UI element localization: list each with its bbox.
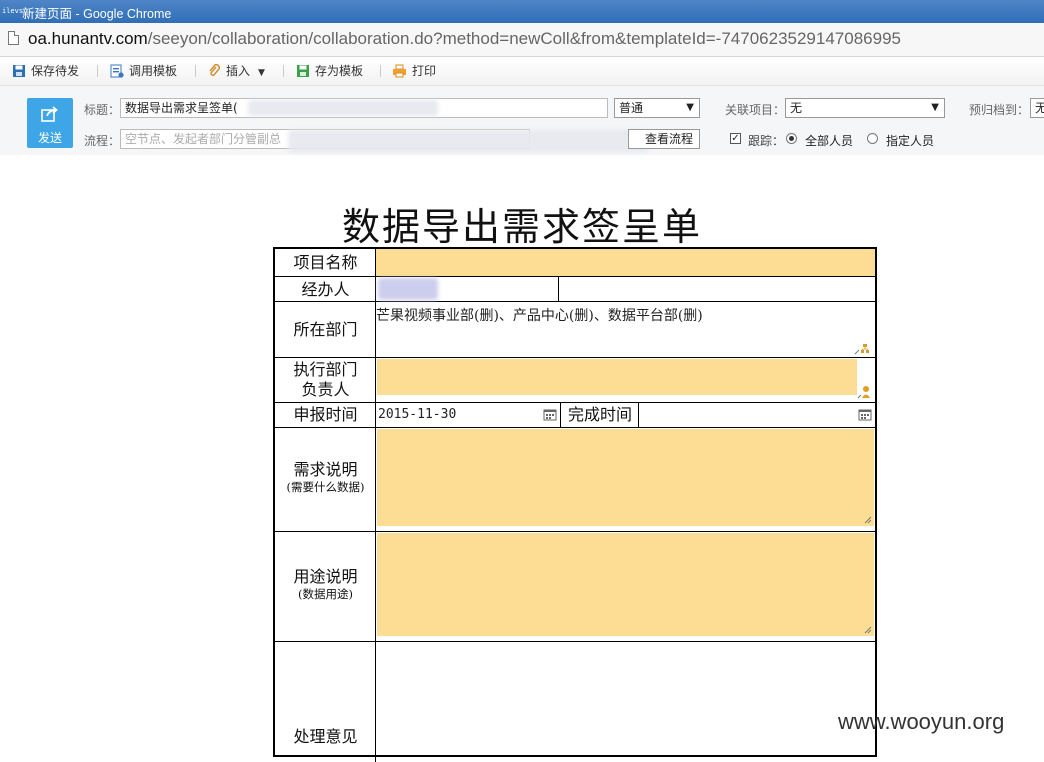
dropdown-arrow-icon: ▼ — [686, 102, 694, 113]
floppy-icon — [13, 65, 25, 77]
flow-label: 流程： — [84, 134, 121, 148]
compose-header: 发送 标题： 数据导出需求呈签单( 普通 ▼ 关联项目： 无 ▼ 预归档到： 无 流… — [0, 86, 1044, 155]
page-icon — [8, 31, 19, 45]
insert-menu-button[interactable]: 插入 ▼ — [207, 62, 265, 80]
project-name-input[interactable] — [376, 249, 875, 277]
report-time-value: 2015-11-30 — [378, 407, 457, 422]
save-draft-button[interactable]: 保存待发 — [12, 62, 79, 80]
department-value: 芒果视频事业部(删)、产品中心(删)、数据平台部(删) — [376, 308, 703, 324]
url-path: /seeyon/collaboration/collaboration.do?m… — [147, 29, 901, 48]
view-flow-label: 查看流程 — [645, 132, 694, 146]
related-project-select[interactable]: 无 ▼ — [785, 98, 945, 118]
resize-handle-icon[interactable] — [864, 626, 872, 634]
calendar-icon[interactable] — [858, 408, 872, 421]
specified-people-label: 指定人员 — [886, 134, 935, 148]
redacted-region — [248, 100, 438, 116]
calendar-icon[interactable] — [543, 408, 557, 421]
related-project-label: 关联项目： — [725, 103, 786, 117]
address-bar[interactable]: oa.hunantv.com/seeyon/collaboration/coll… — [0, 23, 1044, 57]
department-label: 所在部门 — [293, 320, 358, 339]
view-flow-button[interactable]: 查看流程 — [628, 129, 700, 149]
usage-label-sub: (数据用途) — [298, 587, 353, 601]
window-title: 新建页面 - Google Chrome — [22, 7, 172, 21]
department-field[interactable]: 芒果视频事业部(删)、产品中心(删)、数据平台部(删) — [376, 302, 875, 358]
send-label: 发送 — [37, 131, 62, 145]
report-time-input[interactable]: 2015-11-30 — [376, 403, 561, 428]
url-host: oa.hunantv.com — [28, 29, 148, 48]
complete-time-input[interactable] — [639, 403, 875, 428]
usage-label: 用途说明 (数据用途) — [275, 567, 376, 602]
use-template-label: 调用模板 — [129, 64, 178, 78]
related-project-value: 无 — [790, 101, 803, 115]
save-template-label: 存为模板 — [315, 64, 364, 78]
usage-field — [376, 532, 875, 642]
save-template-button[interactable]: 存为模板 — [296, 62, 363, 80]
usage-textarea[interactable] — [377, 533, 874, 636]
requirement-textarea[interactable] — [377, 429, 874, 526]
exec-dept-label-line2: 负责人 — [301, 380, 350, 399]
resize-handle-icon[interactable] — [864, 516, 872, 524]
toolbar: 保存待发 调用模板 插入 ▼ 存为模板 打印 — [0, 57, 1044, 86]
person-select-icon — [857, 386, 870, 399]
priority-value: 普通 — [619, 101, 644, 115]
chrome-favicon: ilevs — [2, 7, 24, 15]
printer-icon — [393, 64, 406, 78]
requirement-label-sub: (需要什么数据) — [286, 480, 365, 494]
archive-select[interactable]: 无 — [1030, 98, 1044, 118]
requirement-label: 需求说明 (需要什么数据) — [275, 460, 376, 495]
use-template-button[interactable]: 调用模板 — [110, 62, 177, 80]
url-text[interactable]: oa.hunantv.com/seeyon/collaboration/coll… — [28, 29, 901, 49]
handler-label: 经办人 — [301, 280, 350, 299]
exec-dept-field — [376, 358, 875, 403]
handler-extra-cell — [559, 277, 875, 302]
requirement-field — [376, 428, 875, 532]
template-icon — [110, 64, 124, 78]
redacted-region — [378, 278, 438, 300]
specified-people-radio[interactable] — [867, 133, 878, 144]
watermark-text: www.wooyun.org — [838, 709, 1005, 734]
opinion-field[interactable] — [376, 642, 875, 762]
toolbar-divider — [97, 65, 98, 77]
all-people-label: 全部人员 — [805, 134, 854, 148]
project-name-label: 项目名称 — [293, 253, 358, 272]
send-button[interactable]: 发送 — [27, 98, 73, 148]
flow-placeholder: 空节点、发起者部门分管副总 — [125, 132, 282, 146]
chevron-down-icon: ▼ — [258, 68, 265, 78]
exec-dept-label: 执行部门 负责人 — [275, 360, 376, 399]
complete-time-label: 完成时间 — [567, 405, 632, 424]
print-label: 打印 — [412, 64, 437, 78]
form-table: 项目名称 经办人 所在部门 芒果视频事业部(删)、产品中心(删)、数据平台部(删… — [273, 247, 877, 762]
share-icon — [41, 106, 58, 122]
all-people-radio[interactable] — [786, 133, 797, 144]
window-title-bar: ilevs 新建页面 - Google Chrome — [0, 0, 1044, 23]
dropdown-arrow-icon: ▼ — [931, 102, 939, 113]
track-label: 跟踪： — [748, 134, 785, 148]
track-checkbox[interactable]: ✓ — [730, 133, 741, 144]
requirement-label-main: 需求说明 — [293, 460, 358, 479]
priority-select[interactable]: 普通 ▼ — [614, 98, 700, 118]
redacted-region — [288, 130, 648, 152]
archive-value: 无 — [1035, 101, 1044, 115]
toolbar-divider — [195, 65, 196, 77]
save-draft-label: 保存待发 — [31, 64, 80, 78]
usage-label-main: 用途说明 — [293, 567, 358, 586]
toolbar-divider — [283, 65, 284, 77]
report-time-label: 申报时间 — [293, 405, 358, 424]
toolbar-divider — [380, 65, 381, 77]
insert-label: 插入 — [226, 64, 251, 78]
org-select-icon — [854, 344, 869, 355]
exec-dept-input[interactable] — [377, 359, 857, 395]
save-template-icon — [297, 65, 309, 77]
print-button[interactable]: 打印 — [392, 62, 436, 80]
archive-label: 预归档到： — [969, 103, 1030, 117]
exec-dept-label-line1: 执行部门 — [293, 360, 358, 379]
form-title: 数据导出需求签呈单 — [341, 205, 702, 249]
opinion-label: 处理意见 — [293, 727, 358, 746]
subject-label: 标题： — [84, 103, 121, 117]
paperclip-icon — [209, 64, 220, 76]
subject-value: 数据导出需求呈签单( — [125, 101, 238, 115]
